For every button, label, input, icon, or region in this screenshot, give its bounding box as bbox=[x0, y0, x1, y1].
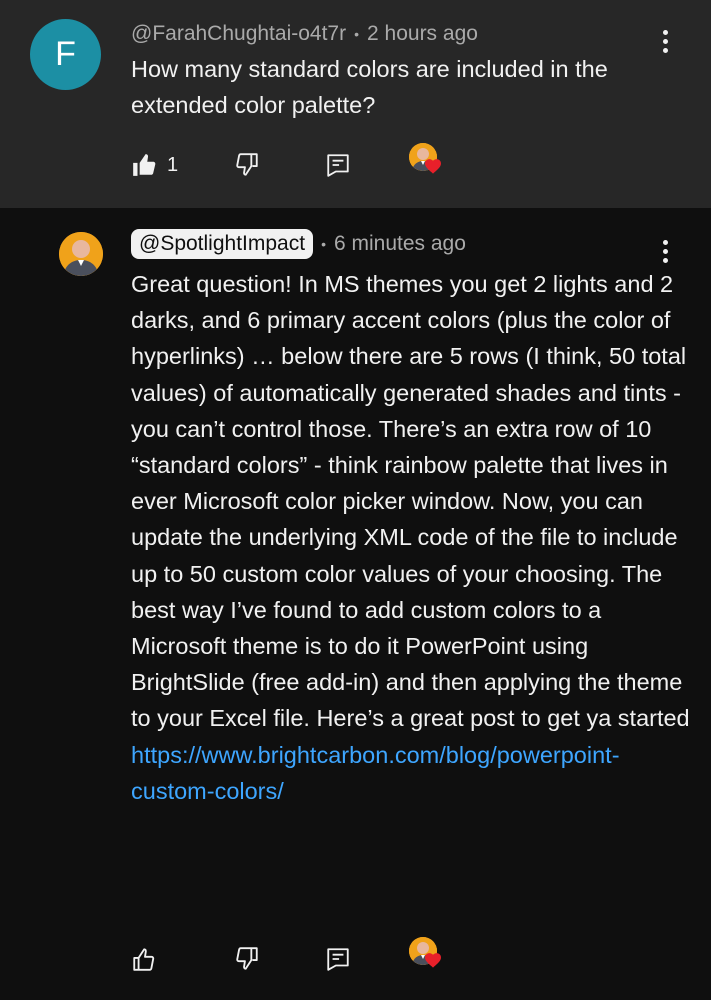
comment-body: Great question! In MS themes you get 2 l… bbox=[131, 271, 690, 732]
comment-actions: 1 bbox=[131, 143, 471, 182]
author-name[interactable]: @FarahChughtai-o4t7r bbox=[131, 22, 346, 46]
more-vertical-icon[interactable] bbox=[656, 28, 676, 58]
timestamp[interactable]: 2 hours ago bbox=[367, 22, 478, 46]
like-count: 1 bbox=[167, 153, 179, 176]
thumbs-down-icon bbox=[236, 947, 258, 970]
creator-heart-icon bbox=[409, 937, 443, 971]
comment-text: Great question! In MS themes you get 2 l… bbox=[131, 266, 691, 809]
separator: • bbox=[321, 236, 326, 252]
reply-button[interactable] bbox=[325, 942, 351, 976]
dislike-button[interactable] bbox=[234, 942, 260, 976]
comment-top: F @FarahChughtai-o4t7r • 2 hours ago How… bbox=[0, 0, 711, 208]
comment-reply: @SpotlightImpact • 6 minutes ago Great q… bbox=[0, 208, 711, 1000]
author-name[interactable]: @SpotlightImpact bbox=[131, 229, 314, 259]
thumbs-up-icon bbox=[133, 948, 155, 971]
comment-text: How many standard colors are included in… bbox=[131, 56, 608, 119]
comment-actions bbox=[131, 937, 471, 976]
more-vertical-icon[interactable] bbox=[656, 238, 676, 268]
thumbs-down-icon bbox=[236, 153, 258, 176]
reply-button[interactable] bbox=[325, 148, 351, 182]
comment-header: @FarahChughtai-o4t7r • 2 hours ago bbox=[131, 20, 478, 48]
reply-icon bbox=[327, 948, 349, 971]
creator-heart-icon bbox=[409, 143, 443, 177]
comment-header: @SpotlightImpact • 6 minutes ago bbox=[131, 229, 466, 259]
avatar[interactable]: F bbox=[30, 19, 101, 90]
separator: • bbox=[354, 26, 360, 42]
comment-link[interactable]: https://www.brightcarbon.com/blog/powerp… bbox=[131, 742, 620, 804]
like-button[interactable]: 1 bbox=[131, 148, 178, 182]
reply-icon bbox=[327, 154, 349, 177]
timestamp[interactable]: 6 minutes ago bbox=[334, 232, 466, 256]
like-button[interactable] bbox=[131, 942, 157, 976]
dislike-button[interactable] bbox=[234, 148, 260, 182]
thumbs-up-filled-icon bbox=[133, 154, 156, 176]
avatar[interactable] bbox=[59, 232, 103, 276]
